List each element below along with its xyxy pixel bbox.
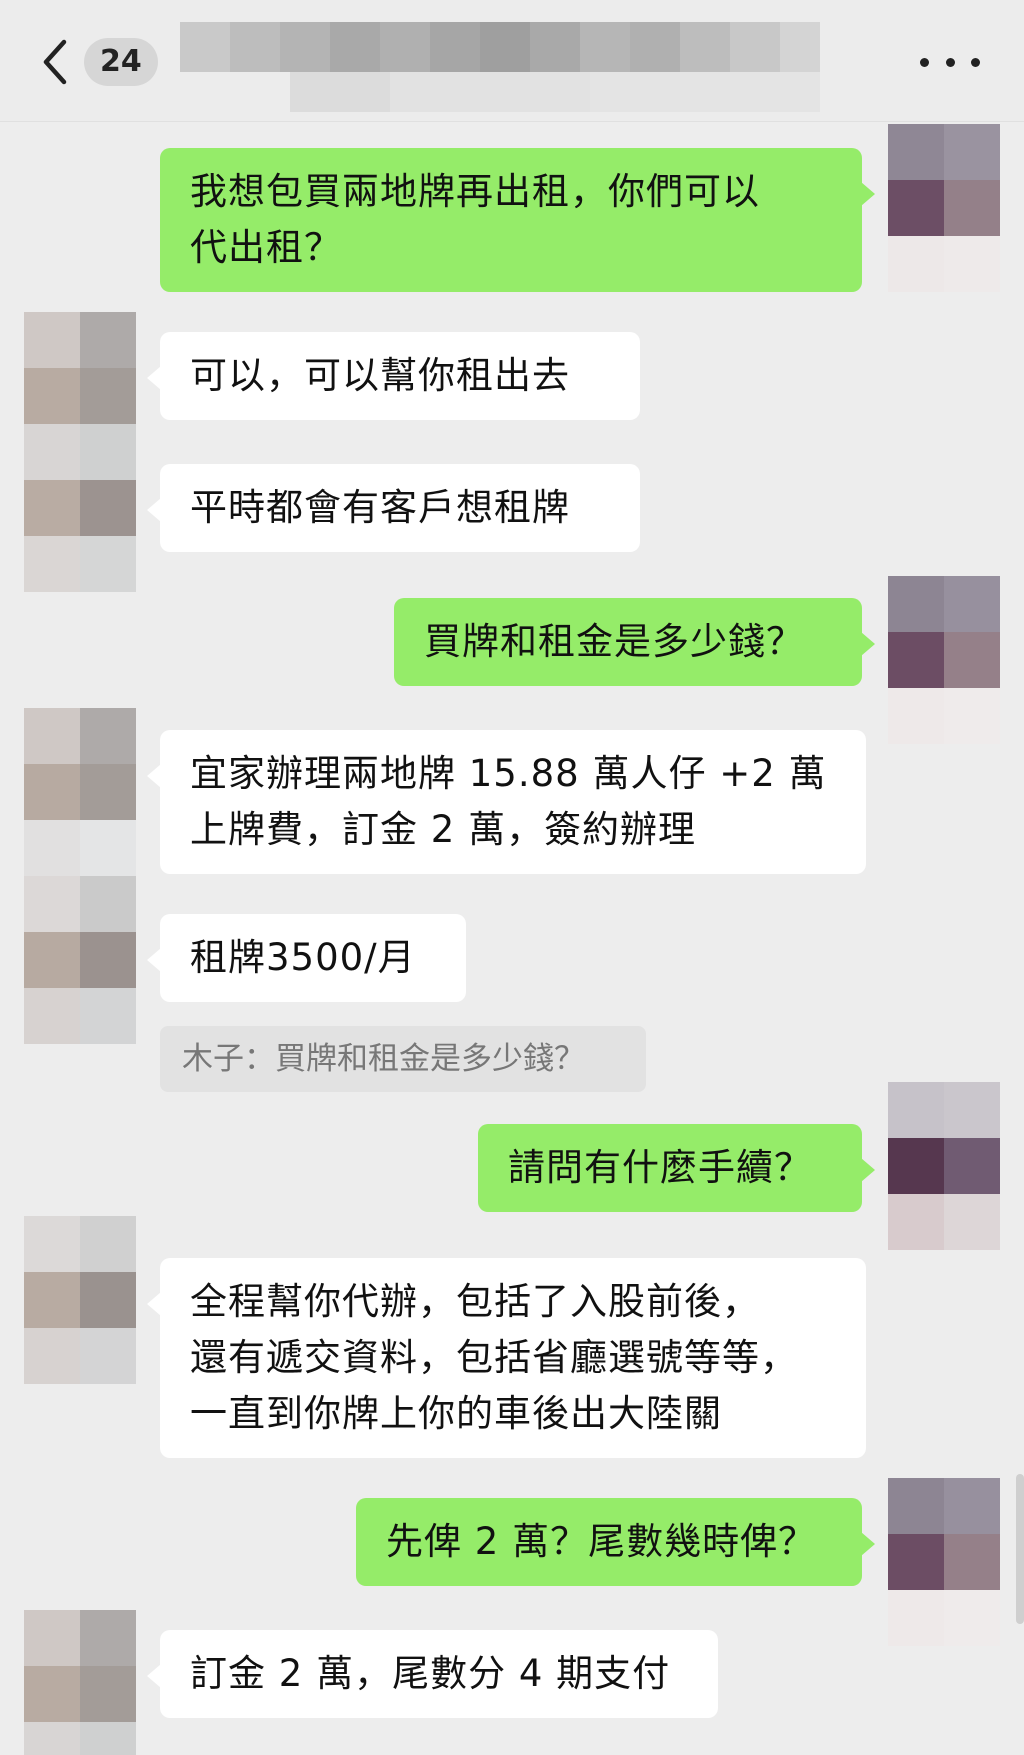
message-text: 買牌和租金是多少錢？ [424,620,804,663]
more-horizontal-icon [920,57,929,67]
more-options-button[interactable] [920,48,980,76]
message-text: 先俾 2 萬？尾數幾時俾？ [386,1520,817,1563]
message-text: 可以，可以幫你租出去 [190,354,570,397]
message-text: 上牌費，訂金 2 萬，簽約辦理 [190,808,697,851]
back-button[interactable] [36,36,76,88]
message-bubble-incoming[interactable]: 平時都會有客戶想租牌 [147,464,640,552]
message-text: 還有遞交資料，包括省廳選號等等， [190,1336,798,1379]
contact-avatar[interactable] [24,1216,136,1384]
chevron-left-icon [43,39,67,85]
message-bubble-incoming[interactable]: 可以，可以幫你租出去 [147,332,640,420]
my-avatar[interactable] [888,1082,1000,1250]
my-avatar[interactable] [888,1478,1000,1646]
message-bubble-incoming[interactable]: 宜家辦理兩地牌 15.88 萬人仔 +2 萬 上牌費，訂金 2 萬，簽約辦理 [147,730,866,874]
scrollbar[interactable] [1016,1474,1024,1624]
more-dot [945,57,955,67]
message-bubble-incoming[interactable]: 訂金 2 萬，尾數分 4 期支付 [147,1630,718,1718]
chat-header: 24 [0,0,1024,122]
message-bubble-outgoing[interactable]: 請問有什麼手續？ [478,1124,875,1212]
unread-count-badge[interactable]: 24 [84,38,158,86]
more-dot [971,57,980,67]
message-text: 租牌3500/月 [190,936,416,979]
message-text: 一直到你牌上你的車後出大陸關 [190,1392,722,1435]
message-text: 請問有什麼手續？ [508,1146,812,1189]
message-bubble-outgoing[interactable]: 買牌和租金是多少錢？ [394,598,875,686]
message-text: 全程幫你代辦，包括了入股前後， [190,1280,760,1323]
quoted-reply[interactable]: 木子：買牌和租金是多少錢？ [160,1026,646,1092]
my-avatar[interactable] [888,124,1000,292]
contact-avatar[interactable] [24,1610,136,1755]
message-bubble-outgoing[interactable]: 先俾 2 萬？尾數幾時俾？ [356,1498,875,1586]
message-text: 平時都會有客戶想租牌 [190,486,570,529]
message-text: 代出租？ [190,226,342,269]
message-text: 我想包買兩地牌再出租，你們可以 [190,170,760,213]
my-avatar[interactable] [888,576,1000,744]
message-text: 訂金 2 萬，尾數分 4 期支付 [190,1652,671,1695]
contact-avatar[interactable] [24,312,136,592]
message-bubble-outgoing[interactable]: 我想包買兩地牌再出租，你們可以 代出租？ [160,148,875,292]
chat-title-blurred [180,22,820,112]
message-bubble-incoming[interactable]: 租牌3500/月 [147,914,466,1002]
message-text: 宜家辦理兩地牌 15.88 萬人仔 +2 萬 [190,752,827,795]
message-bubble-incoming[interactable]: 全程幫你代辦，包括了入股前後， 還有遞交資料，包括省廳選號等等， 一直到你牌上你… [147,1258,866,1458]
contact-avatar[interactable] [24,708,136,1044]
